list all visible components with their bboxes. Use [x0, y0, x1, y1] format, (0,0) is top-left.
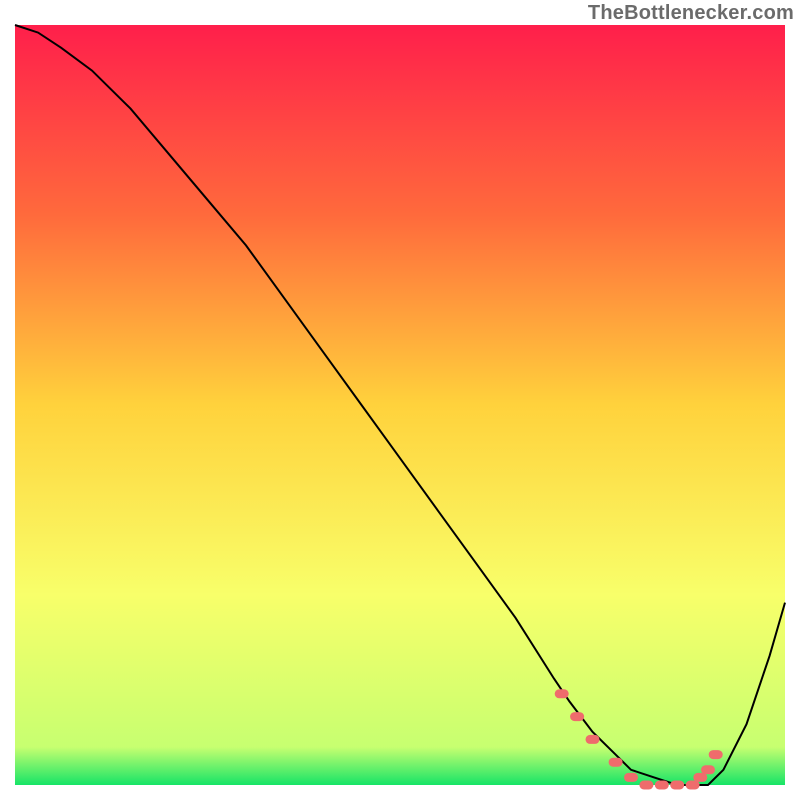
bottleneck-chart: [0, 0, 800, 800]
highlight-dot: [570, 712, 584, 721]
chart-container: TheBottlenecker.com: [0, 0, 800, 800]
highlight-dot: [624, 773, 638, 782]
highlight-dot: [609, 758, 623, 767]
highlight-dot: [709, 750, 723, 759]
highlight-dot: [555, 689, 569, 698]
highlight-dot: [586, 735, 600, 744]
gradient-background: [15, 25, 785, 785]
highlight-dot: [655, 781, 669, 790]
highlight-dot: [701, 765, 715, 774]
highlight-dot: [639, 781, 653, 790]
highlight-dot: [670, 781, 684, 790]
